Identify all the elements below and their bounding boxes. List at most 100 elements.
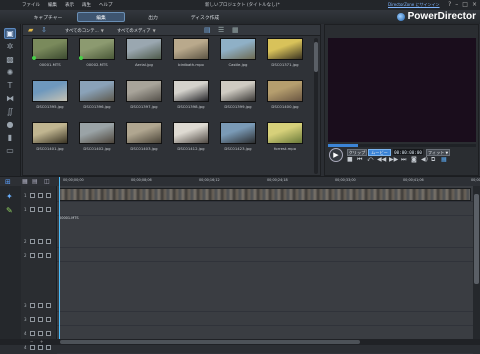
content-filter-dropdown[interactable]: すべてのコンテ... ▼ <box>63 27 106 34</box>
menu-file[interactable]: ファイル <box>22 2 40 8</box>
media-item[interactable]: DSC01403.jpg <box>121 122 167 151</box>
track-lane[interactable] <box>57 234 473 248</box>
video-clip[interactable] <box>59 188 471 201</box>
track-lane[interactable] <box>57 312 473 326</box>
mode-edit[interactable]: 編集 <box>77 12 125 22</box>
media-item[interactable]: birdbath.mpo <box>168 38 214 67</box>
track-enable-checkbox[interactable] <box>37 316 43 322</box>
media-item[interactable]: DSC01395.jpg <box>27 80 73 109</box>
step-back-icon[interactable]: ⤺ <box>367 156 373 164</box>
menu-edit[interactable]: 編集 <box>48 2 57 8</box>
title-icon[interactable]: T <box>4 80 16 91</box>
pip-icon[interactable]: ▩ <box>4 54 16 65</box>
help-icon[interactable]: ? <box>448 1 451 8</box>
track-lane[interactable] <box>57 326 473 340</box>
track-mute-checkbox[interactable] <box>45 316 51 322</box>
import-folder-icon[interactable]: ▰ <box>28 26 33 34</box>
close-icon[interactable]: × <box>472 1 477 8</box>
media-item[interactable]: 00001.MTS <box>27 38 73 67</box>
voice-over-icon[interactable]: ● <box>4 119 16 130</box>
media-item[interactable]: DSC01398.jpg <box>168 80 214 109</box>
particle-icon[interactable]: ✺ <box>4 67 16 78</box>
fix-enhance-icon[interactable]: ✎ <box>6 206 13 215</box>
track-lock-icon[interactable] <box>29 344 35 350</box>
media-room-icon[interactable]: ▣ <box>4 28 16 39</box>
track-enable-checkbox[interactable] <box>37 252 43 258</box>
subtitle-icon[interactable]: ▭ <box>4 145 16 156</box>
clip-mode-button[interactable]: クリップ <box>347 149 367 156</box>
play-button[interactable]: ▶ <box>329 148 343 162</box>
track-mute-checkbox[interactable] <box>45 252 51 258</box>
track-mute-checkbox[interactable] <box>45 206 51 212</box>
timeline-vertical-scrollbar[interactable] <box>473 186 480 340</box>
snapshot-icon[interactable]: ◙ <box>411 156 417 163</box>
track-mute-checkbox[interactable] <box>45 238 51 244</box>
media-item[interactable]: DSC01401.jpg <box>27 122 73 151</box>
chapter-icon[interactable]: ▮ <box>4 132 16 143</box>
track-mute-checkbox[interactable] <box>45 302 51 308</box>
track-enable-checkbox[interactable] <box>37 344 43 350</box>
zoom-in-icon[interactable]: + <box>40 339 43 344</box>
stop-icon[interactable]: ■ <box>347 156 353 163</box>
library-scroll-thumb[interactable] <box>314 42 318 72</box>
track-manager-icon[interactable]: ▤ <box>32 178 38 185</box>
movie-mode-button[interactable]: ムービー <box>368 149 391 156</box>
track-lock-icon[interactable] <box>29 302 35 308</box>
grid-view-icon[interactable]: ▦ <box>232 26 239 34</box>
rewind-icon[interactable]: ◀◀ <box>377 156 386 163</box>
track-lock-icon[interactable] <box>29 252 35 258</box>
seek-bar[interactable] <box>328 144 476 147</box>
track-enable-checkbox[interactable] <box>37 206 43 212</box>
track-mute-checkbox[interactable] <box>45 344 51 350</box>
playhead[interactable] <box>59 177 60 340</box>
fit-dropdown[interactable]: フィット ▼ <box>426 149 450 156</box>
timeline-ruler[interactable]: 00;00;00;00 00;00;08;06 00;00;16;12 00;00;2… <box>59 177 480 186</box>
menu-help[interactable]: ヘルプ <box>99 2 113 8</box>
magic-tools-icon[interactable]: ✦ <box>6 192 13 201</box>
library-menu-icon[interactable]: ▤ <box>204 26 211 34</box>
media-item[interactable]: forrest.mpo <box>262 122 308 151</box>
audio-mix-icon[interactable]: ∬ <box>4 106 16 117</box>
timeline-view-icon[interactable]: ⊞ <box>5 178 11 186</box>
fast-forward-icon[interactable]: ▶▶ <box>389 156 398 163</box>
storyboard-view-icon[interactable]: ▦ <box>22 178 28 185</box>
track-lock-icon[interactable] <box>29 238 35 244</box>
previous-frame-icon[interactable]: ⏮ <box>357 156 362 164</box>
track-enable-checkbox[interactable] <box>37 192 43 198</box>
minimize-icon[interactable]: – <box>455 1 458 8</box>
media-item[interactable]: DSC01399.jpg <box>215 80 261 109</box>
media-item[interactable]: Aerial.jpg <box>121 38 167 67</box>
mode-capture[interactable]: キャプチャー <box>30 12 66 22</box>
maximize-icon[interactable]: □ <box>462 1 468 8</box>
media-item[interactable]: DSC01371.jpg <box>262 38 308 67</box>
timecode-display[interactable]: 00:00:00:00 <box>393 149 423 155</box>
track-lock-icon[interactable] <box>29 206 35 212</box>
menu-playback[interactable]: 再生 <box>82 2 91 8</box>
library-scrollbar[interactable] <box>314 38 318 174</box>
media-item[interactable]: DSC01400.jpg <box>262 80 308 109</box>
media-item[interactable]: Castle.jpg <box>215 38 261 67</box>
zoom-out-icon[interactable]: − <box>30 339 33 344</box>
directorzone-signin-link[interactable]: DirectorZone にサインイン <box>388 2 440 8</box>
media-item[interactable]: 00002.MTS <box>74 38 120 67</box>
3d-icon[interactable]: ▦ <box>441 156 447 163</box>
effects-icon[interactable]: ✲ <box>4 41 16 52</box>
media-item[interactable]: DSC01402.jpg <box>74 122 120 151</box>
transition-icon[interactable]: ⧓ <box>4 93 16 104</box>
mode-produce[interactable]: 出力 <box>138 12 168 22</box>
track-lane[interactable] <box>57 248 473 262</box>
track-mute-checkbox[interactable] <box>45 330 51 336</box>
media-item[interactable]: DSC01397.jpg <box>121 80 167 109</box>
list-view-icon[interactable]: ☰ <box>218 26 224 34</box>
undock-icon[interactable]: ⧉ <box>431 156 435 164</box>
mode-create-disc[interactable]: ディスク作成 <box>185 12 225 22</box>
ruler-options-icon[interactable]: ◫ <box>44 178 50 185</box>
next-frame-icon[interactable]: ⏭ <box>401 156 406 164</box>
audio-clip-label[interactable]: 00001.MTS <box>59 216 79 223</box>
track-lock-icon[interactable] <box>29 316 35 322</box>
media-item[interactable]: DSC01396.jpg <box>74 80 120 109</box>
track-enable-checkbox[interactable] <box>37 238 43 244</box>
track-enable-checkbox[interactable] <box>37 330 43 336</box>
menu-view[interactable]: 表示 <box>65 2 74 8</box>
track-mute-checkbox[interactable] <box>45 192 51 198</box>
